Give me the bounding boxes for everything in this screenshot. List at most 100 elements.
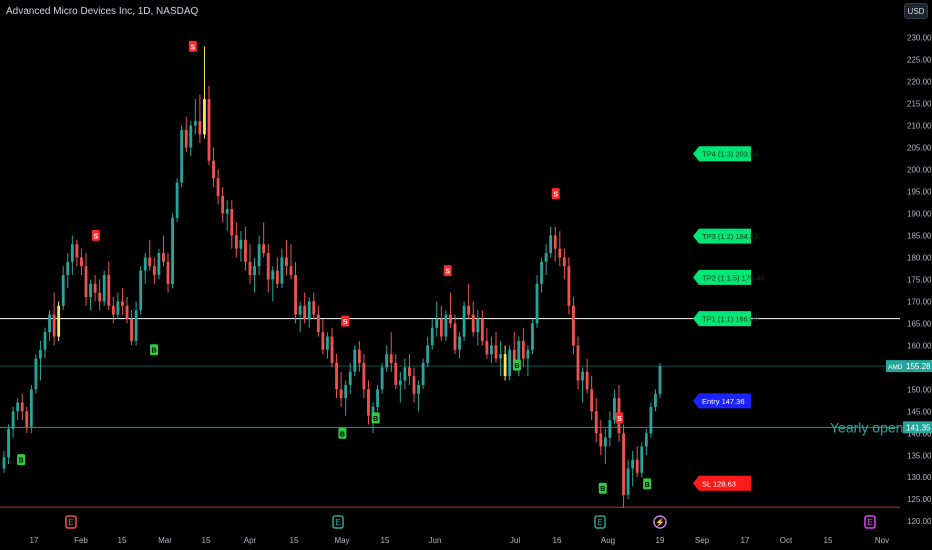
candle bbox=[316, 305, 320, 337]
candle-body bbox=[130, 318, 133, 341]
candle bbox=[572, 296, 575, 355]
candle bbox=[380, 362, 384, 394]
candle-body bbox=[344, 384, 348, 399]
candle-body bbox=[193, 121, 197, 126]
candle-body bbox=[449, 314, 452, 324]
candle-body bbox=[7, 428, 10, 458]
candle bbox=[257, 235, 261, 275]
candle bbox=[34, 354, 38, 394]
candle bbox=[649, 402, 653, 438]
candle bbox=[25, 406, 29, 434]
y-tick-label: 205.00 bbox=[907, 144, 932, 153]
candle bbox=[421, 358, 425, 390]
x-tick-label: 15 bbox=[118, 536, 127, 545]
tag-label: TP2 (1:1.5) 175.46 bbox=[702, 273, 765, 282]
candle bbox=[275, 257, 279, 289]
candle-body bbox=[572, 305, 575, 346]
candle bbox=[339, 371, 343, 407]
candle-body bbox=[34, 358, 38, 390]
candle bbox=[581, 367, 584, 403]
candle-body bbox=[39, 349, 42, 359]
candlestick-chart[interactable]: Yearly open B S B S S B B S B S B S B TP4 (1:3) 203.… bbox=[0, 0, 932, 550]
buy-signal: B bbox=[512, 359, 521, 371]
candle bbox=[180, 125, 184, 188]
candle-body bbox=[480, 318, 484, 341]
x-tick-label: 16 bbox=[553, 536, 562, 545]
marker-label: E bbox=[597, 518, 602, 527]
candle bbox=[89, 279, 92, 311]
current-price-value: 155.28 bbox=[906, 362, 931, 371]
candle-body bbox=[476, 318, 480, 333]
candle bbox=[439, 305, 443, 341]
candle-body bbox=[485, 340, 489, 355]
candle bbox=[585, 358, 589, 394]
candle-body bbox=[576, 345, 580, 381]
candle-body bbox=[508, 349, 512, 377]
candle-body bbox=[266, 253, 270, 280]
candle-body bbox=[262, 244, 266, 254]
signal-label: B bbox=[645, 482, 650, 489]
x-tick-label: 15 bbox=[202, 536, 211, 545]
candle-body bbox=[553, 235, 557, 249]
candle bbox=[157, 248, 161, 280]
candle-body bbox=[417, 384, 420, 394]
candle-body bbox=[152, 266, 156, 275]
y-tick-label: 175.00 bbox=[907, 275, 932, 284]
candle bbox=[412, 367, 416, 403]
candle bbox=[462, 301, 466, 341]
candle-body bbox=[626, 468, 630, 495]
signal-label: S bbox=[94, 233, 99, 240]
candle-body bbox=[494, 345, 498, 359]
candle-body bbox=[61, 275, 65, 306]
x-tick-label: Jul bbox=[510, 536, 520, 545]
candle bbox=[16, 398, 20, 421]
candle bbox=[467, 283, 471, 319]
sell-signal: S bbox=[615, 412, 624, 424]
candle-body bbox=[540, 261, 543, 284]
candle-body bbox=[180, 129, 184, 183]
candle-body bbox=[230, 209, 234, 236]
candle-body bbox=[225, 209, 229, 214]
y-tick-label: 230.00 bbox=[907, 34, 932, 43]
candle bbox=[326, 332, 329, 359]
candle bbox=[107, 261, 111, 311]
candle-body bbox=[143, 257, 147, 271]
y-tick-label: 180.00 bbox=[907, 253, 932, 262]
candle-body bbox=[421, 362, 425, 385]
candle-body bbox=[93, 283, 97, 293]
marker-label: ⚡ bbox=[655, 517, 665, 527]
candle-body bbox=[198, 121, 202, 135]
candle-body bbox=[234, 235, 238, 249]
candle-body bbox=[57, 305, 61, 337]
candle bbox=[344, 380, 348, 416]
signal-label: B bbox=[514, 363, 519, 370]
candle-body bbox=[157, 253, 161, 275]
earnings-marker: E bbox=[65, 515, 77, 529]
buy-signal: B bbox=[371, 412, 380, 424]
candle-body bbox=[330, 336, 334, 363]
candle-body bbox=[298, 305, 302, 315]
candle bbox=[184, 116, 188, 152]
event-markers: E E E ⚡ E bbox=[65, 515, 876, 529]
candle bbox=[221, 187, 225, 223]
candle bbox=[394, 354, 398, 390]
candle-body bbox=[70, 244, 74, 262]
candle bbox=[485, 327, 489, 359]
current-price-symbol: AMD bbox=[888, 364, 903, 371]
candle-body bbox=[503, 354, 507, 377]
candle bbox=[631, 450, 635, 487]
candle-body bbox=[326, 336, 329, 350]
candle-body bbox=[25, 411, 29, 427]
candle-body bbox=[111, 305, 115, 315]
target-tags: TP4 (1:3) 203.58 TP3 (1:2) 184.83 TP2 (1:1… bbox=[693, 146, 765, 491]
x-tick-label: Mar bbox=[158, 536, 172, 545]
candle bbox=[148, 239, 152, 271]
candle-body bbox=[430, 327, 434, 346]
sl-tag: SL 128.63 bbox=[693, 475, 751, 491]
sell-signal: S bbox=[91, 229, 100, 241]
signal-label: B bbox=[19, 458, 24, 465]
candle bbox=[330, 327, 334, 368]
sell-signal: S bbox=[188, 40, 197, 52]
candle bbox=[398, 371, 402, 403]
horizontal-lines: Yearly open bbox=[0, 318, 903, 508]
